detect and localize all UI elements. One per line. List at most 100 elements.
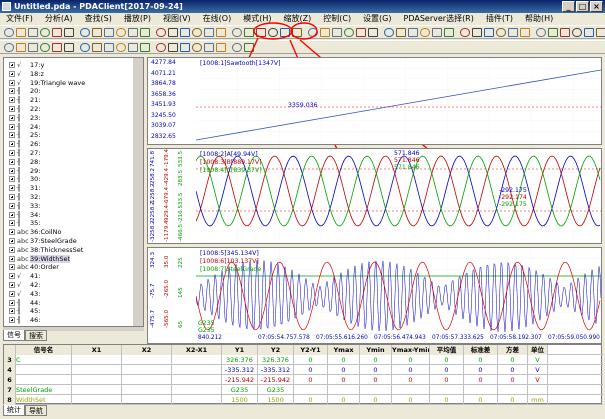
tree-item[interactable]: ╢ 28: [4, 158, 132, 166]
tb1-button-43-icon[interactable] [548, 28, 558, 37]
tree-item[interactable]: √ 17:y [4, 61, 132, 69]
tree-item[interactable]: √ 19:Triangle wave [4, 79, 132, 87]
expand-toggle-icon[interactable] [9, 62, 15, 68]
tab-navigation[interactable]: 导航 [25, 405, 47, 416]
menu-item-3[interactable]: 播放(P) [118, 13, 157, 25]
tb2-button-8-icon[interactable] [104, 43, 114, 52]
tree-item[interactable]: abc 36:CoilNo [4, 228, 132, 236]
tb2-button-1-icon[interactable] [16, 43, 26, 52]
tb1-button-20-icon[interactable] [256, 28, 266, 37]
expand-toggle-icon[interactable] [9, 264, 15, 271]
tb1-button-33-icon[interactable] [420, 28, 430, 37]
tb1-button-23-icon[interactable] [292, 28, 302, 37]
tree-item[interactable]: ╢ 27: [4, 149, 132, 157]
tb1-button-0-icon[interactable] [4, 28, 14, 37]
expand-toggle-icon[interactable] [9, 158, 15, 165]
tree-item[interactable]: ╢ 24: [4, 123, 132, 131]
expand-toggle-icon[interactable] [9, 150, 15, 156]
tree-vscrollbar[interactable] [133, 58, 143, 326]
expand-toggle-icon[interactable] [9, 273, 15, 280]
menu-item-6[interactable]: 模式(H) [237, 13, 277, 25]
tree-item[interactable]: abc 40:Order [4, 263, 132, 271]
tb2-button-3-icon[interactable] [40, 43, 50, 52]
tree-item[interactable]: ╢ 26: [4, 140, 132, 148]
tb1-button-41-icon[interactable] [520, 28, 530, 37]
expand-toggle-icon[interactable] [9, 79, 15, 86]
tab-statistics[interactable]: 统计 [3, 405, 25, 416]
tb1-button-3-icon[interactable] [40, 28, 50, 37]
tb1-button-45-icon[interactable] [572, 28, 582, 37]
tb1-button-7-icon[interactable] [92, 28, 102, 37]
tb2-button-18-icon[interactable] [232, 43, 242, 52]
expand-toggle-icon[interactable] [9, 282, 15, 288]
expand-toggle-icon[interactable] [9, 308, 15, 315]
tree-item[interactable]: ╢ 34: [4, 211, 132, 219]
menu-item-11[interactable]: 插件(T) [480, 13, 519, 25]
expand-toggle-icon[interactable] [9, 317, 15, 324]
tree-item[interactable]: abc 37:SteelGrade [4, 237, 132, 245]
expand-toggle-icon[interactable] [9, 88, 15, 95]
tb1-button-44-icon[interactable] [560, 28, 570, 37]
chart1-plot[interactable] [196, 58, 601, 144]
tb1-button-15-icon[interactable] [192, 28, 202, 37]
expand-toggle-icon[interactable] [9, 246, 15, 253]
tb2-button-7-icon[interactable] [92, 43, 102, 52]
tree-item[interactable]: ╢ 29: [4, 167, 132, 175]
tb2-button-2-icon[interactable] [28, 43, 38, 52]
tb2-button-17-icon[interactable] [216, 43, 226, 52]
tb1-button-31-icon[interactable] [396, 28, 406, 37]
tb2-button-5-icon[interactable] [64, 43, 74, 52]
menu-item-0[interactable]: 文件(F) [0, 13, 39, 25]
tree-item[interactable]: ╢ 21: [4, 96, 132, 104]
chart-sawtooth[interactable]: 4277.84 4071.21 3864.78 3658.36 3451.93 3245.… [147, 57, 602, 145]
tb2-button-14-icon[interactable] [180, 43, 190, 52]
table-row[interactable]: 7 SteelGrade G235 G235 [4, 385, 603, 395]
tb2-button-15-icon[interactable] [192, 43, 202, 52]
tb1-button-1-icon[interactable] [16, 28, 26, 37]
expand-toggle-icon[interactable] [9, 176, 15, 183]
expand-toggle-icon[interactable] [9, 185, 15, 192]
tb2-button-6-icon[interactable] [80, 43, 90, 52]
tb1-button-6-icon[interactable] [80, 28, 90, 37]
tb1-button-17-icon[interactable] [216, 28, 226, 37]
chart-three-phase[interactable]: 741.8 -258.2 -1258.2 -2258.2 -3258.2 -179.4 -4… [147, 148, 602, 244]
tree-item[interactable]: ╢ 22: [4, 105, 132, 113]
tree-item[interactable]: ╢ 30: [4, 175, 132, 183]
tree-item[interactable]: ╢ 25: [4, 131, 132, 139]
tb1-button-14-icon[interactable] [180, 28, 190, 37]
expand-toggle-icon[interactable] [9, 132, 15, 139]
tb2-button-13-icon[interactable] [168, 43, 178, 52]
tree-item[interactable]: √ 42: [4, 281, 132, 289]
tb1-button-27-icon[interactable] [344, 28, 354, 37]
tb1-button-38-icon[interactable] [484, 28, 494, 37]
menu-item-9[interactable]: 设置(G) [357, 13, 397, 25]
tb1-button-5-icon[interactable] [64, 28, 74, 37]
tb1-button-26-icon[interactable] [332, 28, 342, 37]
tree-item[interactable]: ╢ 44: [4, 299, 132, 307]
tb2-button-16-icon[interactable] [204, 43, 214, 52]
tree-item[interactable]: abc 39:WidthSet [4, 254, 132, 263]
tb1-button-13-icon[interactable] [168, 28, 178, 37]
menu-item-12[interactable]: 帮助(H) [519, 13, 559, 25]
tb1-button-32-icon[interactable] [408, 28, 418, 37]
tb2-button-10-icon[interactable] [128, 43, 138, 52]
tree-item[interactable]: ╢ 35: [4, 219, 132, 227]
menu-item-4[interactable]: 视图(V) [157, 13, 197, 25]
tree-item[interactable]: ╢ 33: [4, 202, 132, 210]
tb1-button-8-icon[interactable] [104, 28, 114, 37]
tb1-button-25-icon[interactable] [320, 28, 330, 37]
expand-toggle-icon[interactable] [9, 255, 15, 262]
tb1-button-4-icon[interactable] [52, 28, 62, 37]
tb1-button-22-icon[interactable] [280, 28, 290, 37]
tb2-button-4-icon[interactable] [52, 43, 62, 52]
signal-tree[interactable]: √ 17:y √ 18:z √ 19:Triangle wave ╢ 20: ╢ 21: ╢ 22: ╢… [3, 57, 144, 327]
menu-item-7[interactable]: 缩放(Z) [278, 13, 318, 25]
tb1-button-35-icon[interactable] [444, 28, 454, 37]
expand-toggle-icon[interactable] [9, 123, 15, 130]
tb2-button-11-icon[interactable] [140, 43, 150, 52]
table-row[interactable]: 8 WidthSet 1500 1500 0 0 0 0 0 0 0 mm [4, 395, 603, 405]
menu-item-10[interactable]: PDAServer选择(R) [398, 13, 480, 25]
tree-item[interactable]: √ 41: [4, 272, 132, 280]
tb1-button-47-icon[interactable] [596, 28, 605, 37]
tb1-button-39-icon[interactable] [496, 28, 506, 37]
